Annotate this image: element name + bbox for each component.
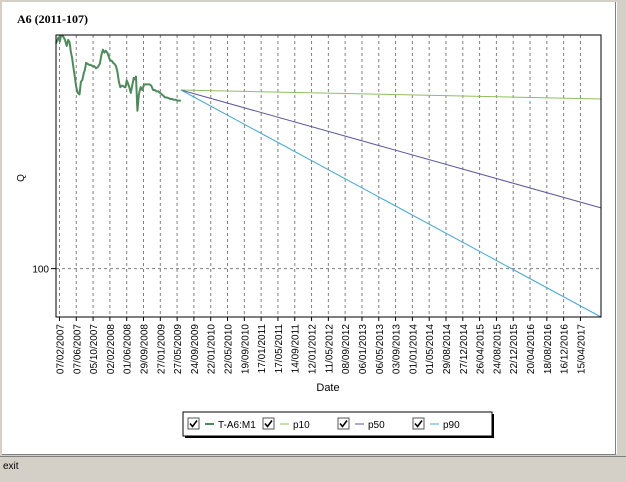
status-text: exit [3,461,19,472]
x-tick-label: 11/05/2012 [324,324,335,374]
legend-checkbox[interactable] [412,417,425,430]
x-tick-label: 14/09/2011 [291,324,302,374]
legend-checkbox[interactable] [337,417,350,430]
chart-window: A6 (2011-107) 100 07/02/2007 07/06/2007 05… [0,0,626,482]
x-tick-label: 22/01/2010 [207,324,218,374]
legend-item[interactable]: T-A6:M1 [187,417,256,431]
x-tick-label: 20/04/2016 [526,324,537,374]
y-axis: 100 [32,265,56,276]
x-tick-label: 07/02/2007 [55,324,66,374]
x-tick-label: 05/10/2007 [89,324,100,374]
x-tick-label: 18/08/2016 [543,324,554,374]
x-tick-label: 29/08/2014 [442,324,453,374]
x-tick-label: 27/05/2009 [173,324,184,374]
legend: T-A6:M1 p10 p50 p90 [182,411,494,438]
x-tick-label: 17/01/2011 [257,324,268,374]
chart-panel: A6 (2011-107) 100 07/02/2007 07/06/2007 05… [2,2,616,455]
x-tick-label: 27/01/2009 [156,324,167,374]
x-tick-label: 27/12/2014 [459,324,470,374]
x-tick-label: 24/08/2015 [492,324,503,374]
x-tick-label: 12/01/2012 [308,324,319,374]
grid-lines [56,35,601,317]
x-tick-label: 01/06/2008 [123,324,134,374]
series-line-p50 [180,89,602,209]
x-tick-label: 17/05/2011 [274,324,285,374]
x-tick-label: 03/09/2013 [392,324,403,374]
x-tick-label: 08/09/2012 [341,324,352,374]
window-edge [616,2,625,454]
legend-label: p50 [368,420,385,431]
legend-label: p90 [443,420,460,431]
x-tick-label: 06/01/2013 [358,324,369,374]
legend-label: p10 [293,420,310,431]
x-tick-label: 16/12/2016 [560,324,571,374]
x-axis-label: Date [316,382,339,394]
legend-checkbox[interactable] [187,417,200,430]
x-tick-label: 22/12/2015 [509,324,520,374]
x-axis: 07/02/2007 07/06/2007 05/10/2007 02/02/2008… [55,317,587,374]
x-tick-label: 07/06/2007 [72,324,83,374]
x-tick-label: 19/09/2010 [240,324,251,374]
x-tick-label: 22/05/2010 [224,324,235,374]
x-tick-label: 15/04/2017 [576,324,587,374]
series-line-t-a6-m1 [55,34,181,112]
x-tick-label: 01/01/2014 [408,324,419,374]
x-tick-label: 26/04/2015 [476,324,487,374]
x-tick-label: 29/09/2008 [140,324,151,374]
legend-checkbox[interactable] [262,417,275,430]
chart-title: A6 (2011-107) [17,12,88,26]
x-tick-label: 24/09/2009 [190,324,201,374]
x-tick-label: 06/05/2013 [375,324,386,374]
chart-canvas: A6 (2011-107) 100 07/02/2007 07/06/2007 05… [16,12,602,438]
status-bar: exit [0,456,626,482]
y-tick-label: 100 [32,265,49,276]
legend-label: T-A6:M1 [218,420,256,431]
x-tick-label: 02/02/2008 [106,324,117,374]
x-tick-label: 01/05/2014 [425,324,436,374]
y-axis-label: Q [16,174,27,182]
